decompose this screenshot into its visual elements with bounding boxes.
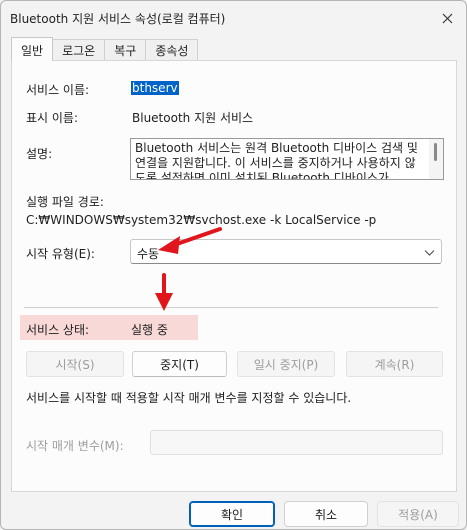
start-params-input[interactable]	[150, 430, 443, 455]
annotation-arrow-status	[155, 273, 173, 311]
startup-type-label: 시작 유형(E):	[26, 247, 95, 261]
tab-recovery[interactable]: 복구	[104, 39, 147, 61]
display-name-value[interactable]: Bluetooth 지원 서비스	[132, 109, 253, 126]
cancel-button[interactable]: 취소	[284, 501, 368, 527]
exe-path-label: 실행 파일 경로:	[26, 195, 104, 209]
start-button[interactable]: 시작(S)	[26, 351, 124, 377]
resume-button[interactable]: 계속(R)	[346, 351, 443, 377]
tab-general[interactable]: 일반	[11, 37, 54, 61]
description-scrollbar[interactable]	[429, 139, 443, 179]
tab-strip: 일반 로그온 복구 종속성	[11, 37, 199, 61]
service-name-value[interactable]: bthserv	[131, 81, 179, 95]
start-params-label: 시작 매개 변수(M):	[26, 439, 124, 453]
scrollbar-thumb[interactable]	[434, 143, 437, 161]
properties-dialog: Bluetooth 지원 서비스 속성(로컬 컴퓨터) 일반 로그온 복구 종속…	[0, 0, 467, 530]
description-text: Bluetooth 서비스는 원격 Bluetooth 디바이스 검색 및 연결…	[135, 141, 418, 180]
service-status-value: 실행 중	[131, 323, 168, 337]
close-button[interactable]	[436, 8, 458, 28]
display-name-label: 표시 이름:	[26, 111, 79, 125]
pause-button[interactable]: 일시 중지(P)	[237, 351, 335, 377]
tab-logon[interactable]: 로그온	[52, 39, 106, 61]
chevron-down-icon	[424, 250, 435, 256]
service-status-label: 서비스 상태:	[26, 323, 90, 337]
window-title: Bluetooth 지원 서비스 속성(로컬 컴퓨터)	[10, 12, 226, 26]
description-box[interactable]: Bluetooth 서비스는 원격 Bluetooth 디바이스 검색 및 연결…	[130, 138, 444, 180]
close-icon	[442, 13, 452, 23]
stop-button[interactable]: 중지(T)	[132, 351, 227, 377]
title-bar: Bluetooth 지원 서비스 속성(로컬 컴퓨터)	[1, 1, 466, 35]
apply-button[interactable]: 적용(A)	[377, 501, 459, 527]
ok-button[interactable]: 확인	[189, 501, 275, 527]
service-name-label: 서비스 이름:	[26, 83, 90, 97]
description-label: 설명:	[26, 147, 53, 161]
general-panel: 서비스 이름: bthserv 표시 이름: Bluetooth 지원 서비스 …	[11, 60, 457, 492]
tab-dependencies[interactable]: 종속성	[145, 39, 199, 61]
annotation-arrow-startup	[158, 227, 222, 254]
start-params-hint: 서비스를 시작할 때 적용할 시작 매개 변수를 지정할 수 있습니다.	[26, 391, 352, 405]
separator	[24, 307, 438, 308]
